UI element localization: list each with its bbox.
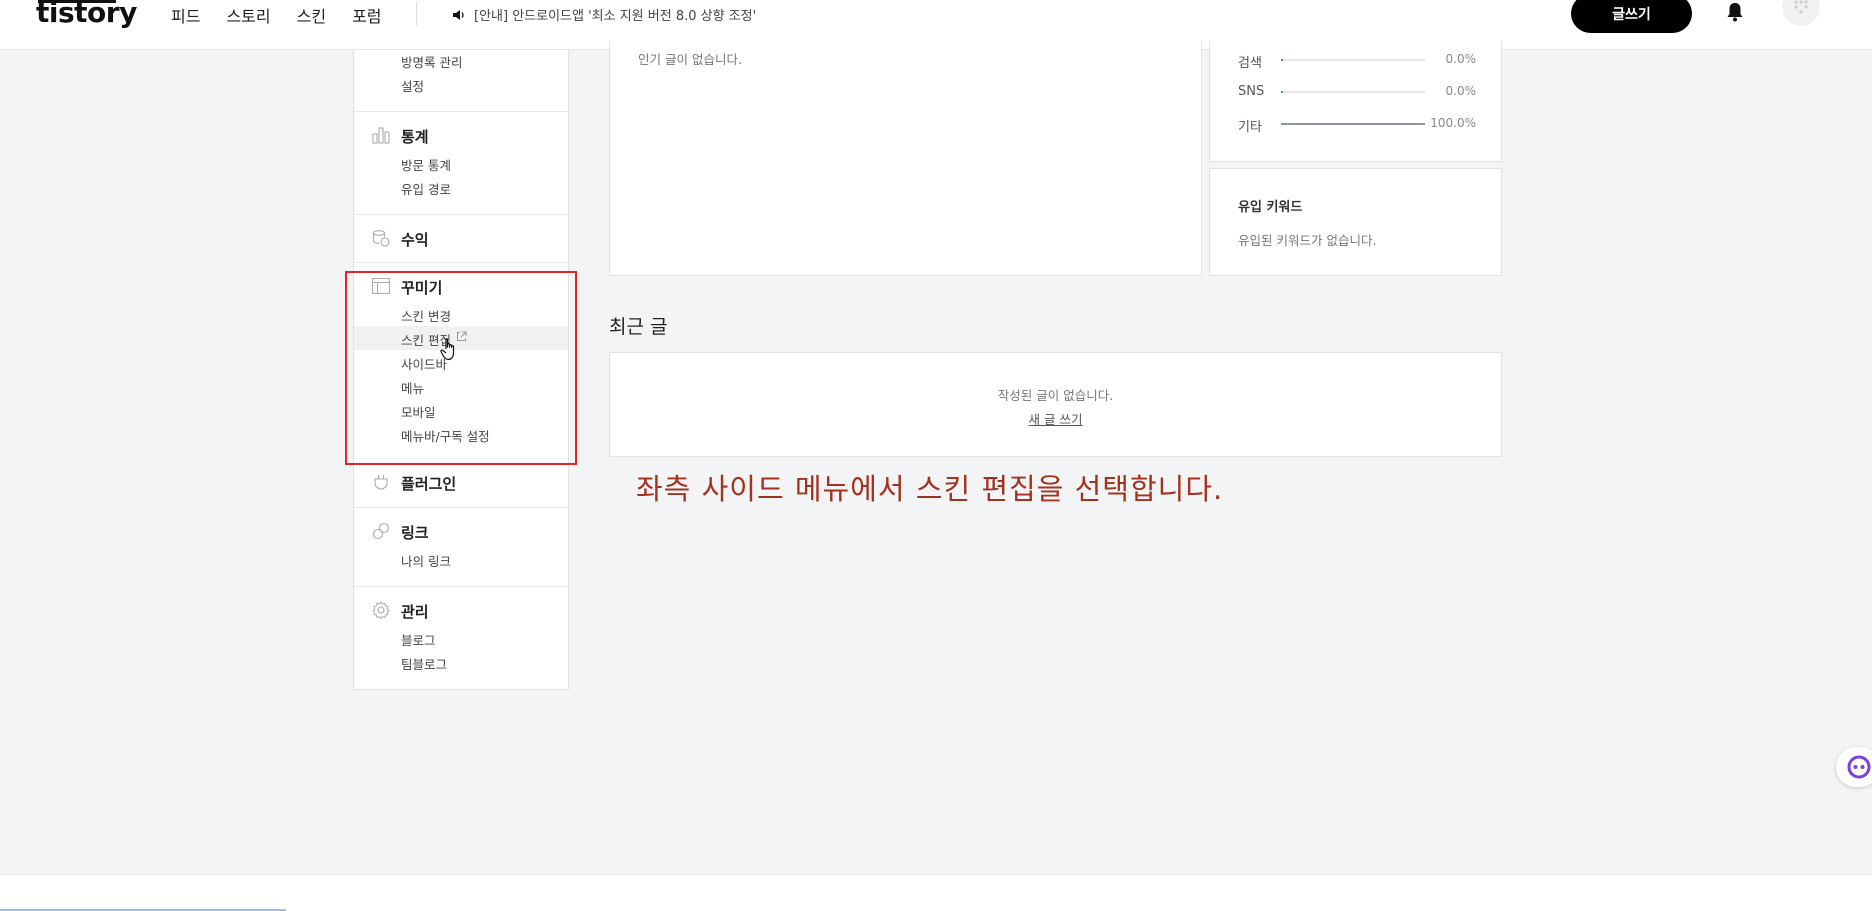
popular-posts-panel: 인기 글이 없습니다. bbox=[609, 42, 1202, 276]
sidebar-title-revenue[interactable]: 수익 bbox=[401, 229, 429, 250]
avatar[interactable] bbox=[1782, 0, 1820, 26]
sidebar-title-link[interactable]: 링크 bbox=[401, 522, 429, 543]
sidebar-section-link: 링크 나의 링크 bbox=[354, 508, 568, 587]
footer bbox=[0, 874, 1872, 911]
sidebar-title-stats[interactable]: 통계 bbox=[401, 126, 429, 147]
gear-icon bbox=[372, 601, 390, 619]
inflow-bar-sns bbox=[1281, 91, 1425, 93]
sidebar-item-guestbook[interactable]: 방명록 관리 bbox=[401, 52, 462, 71]
sidebar-item-my-link[interactable]: 나의 링크 bbox=[401, 551, 451, 570]
nav-divider bbox=[416, 2, 417, 26]
write-button[interactable]: 글쓰기 bbox=[1571, 0, 1692, 33]
inflow-label-other: 기타 bbox=[1238, 120, 1262, 135]
recent-posts-title: 최근 글 bbox=[609, 316, 668, 338]
sidebar-section-revenue: 수익 bbox=[354, 215, 568, 263]
inflow-bar-fill-other bbox=[1281, 123, 1425, 125]
inflow-bar-search bbox=[1281, 59, 1425, 61]
nav-feed[interactable]: 피드 bbox=[171, 3, 200, 27]
keywords-empty-text: 유입된 키워드가 없습니다. bbox=[1238, 233, 1377, 248]
sidebar-title-plugin[interactable]: 플러그인 bbox=[401, 473, 456, 494]
inflow-label-sns: SNS bbox=[1238, 84, 1265, 99]
bell-icon[interactable] bbox=[1726, 2, 1744, 22]
recent-empty-text: 작성된 글이 없습니다. bbox=[997, 388, 1114, 403]
tutorial-caption: 좌측 사이드 메뉴에서 스킨 편집을 선택합니다. bbox=[636, 472, 1224, 506]
inflow-bar-fill-search bbox=[1281, 59, 1283, 61]
highlight-box bbox=[345, 271, 577, 465]
sidebar-item-blog[interactable]: 블로그 bbox=[401, 630, 436, 649]
notice-link[interactable]: [안내] 안드로이드앱 '최소 지원 버전 8.0 상향 조정' bbox=[452, 5, 756, 24]
link-icon bbox=[372, 522, 390, 540]
keywords-panel: 유입 키워드 유입된 키워드가 없습니다. bbox=[1209, 168, 1502, 276]
main-nav: 피드 스토리 스킨 포럼 bbox=[171, 3, 408, 27]
floating-chat-button[interactable] bbox=[1836, 747, 1872, 787]
sidebar-section-manage: 관리 블로그 팀블로그 bbox=[354, 587, 568, 690]
sidebar-item-visit-stats[interactable]: 방문 통계 bbox=[401, 155, 451, 174]
sidebar-section-stats: 통계 방문 통계 유입 경로 bbox=[354, 112, 568, 215]
sidebar-item-settings[interactable]: 설정 bbox=[401, 76, 424, 95]
bar-chart-icon bbox=[372, 127, 390, 144]
sidebar-section-plugin: 플러그인 bbox=[354, 459, 568, 508]
inflow-bar-other bbox=[1281, 123, 1425, 125]
recent-posts-panel: 작성된 글이 없습니다. 새 글 쓰기 bbox=[609, 352, 1502, 457]
sidebar-title-manage[interactable]: 관리 bbox=[401, 601, 429, 622]
speaker-icon bbox=[453, 9, 464, 20]
inflow-label-search: 검색 bbox=[1238, 56, 1262, 71]
keywords-title: 유입 키워드 bbox=[1238, 200, 1303, 215]
nav-skin[interactable]: 스킨 bbox=[297, 3, 326, 27]
grid-dots-icon bbox=[1794, 0, 1808, 14]
inflow-bar-fill-sns bbox=[1281, 91, 1283, 93]
new-post-link[interactable]: 새 글 쓰기 bbox=[610, 409, 1501, 428]
sidebar-item-team-blog[interactable]: 팀블로그 bbox=[401, 654, 447, 673]
inflow-value-other: 100.0% bbox=[1430, 116, 1476, 130]
notice-text: [안내] 안드로이드앱 '최소 지원 버전 8.0 상향 조정' bbox=[474, 9, 757, 24]
nav-forum[interactable]: 포럼 bbox=[352, 3, 381, 27]
chatbot-icon bbox=[1847, 755, 1871, 779]
tistory-logo[interactable]: tistory bbox=[36, 0, 137, 29]
nav-story[interactable]: 스토리 bbox=[226, 3, 270, 27]
sidebar-section-top: 방명록 관리 설정 bbox=[354, 50, 568, 112]
coin-stack-icon bbox=[372, 230, 390, 247]
popular-empty-text: 인기 글이 없습니다. bbox=[638, 52, 742, 67]
inflow-value-sns: 0.0% bbox=[1445, 84, 1477, 98]
inflow-value-search: 0.0% bbox=[1445, 52, 1477, 66]
sidebar-item-inflow[interactable]: 유입 경로 bbox=[401, 179, 451, 198]
plug-icon bbox=[374, 475, 388, 490]
